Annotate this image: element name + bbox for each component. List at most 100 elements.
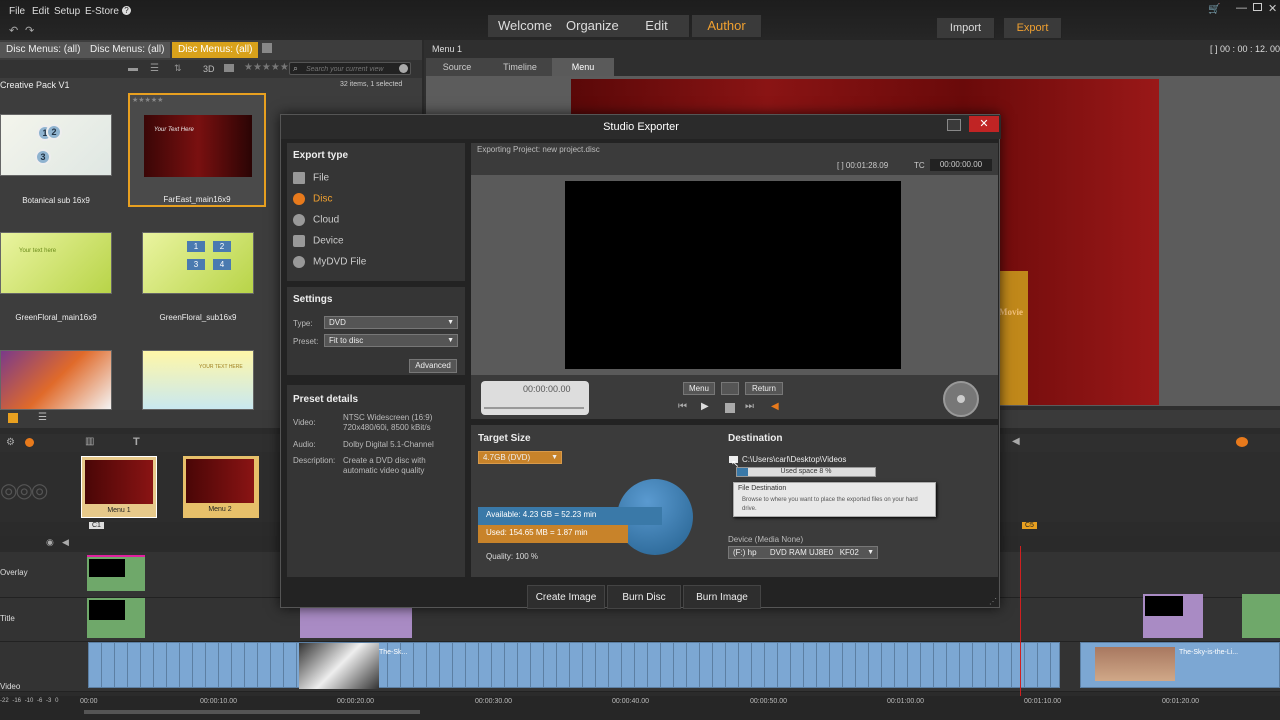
ruler-tick: 00:00:50.00 xyxy=(750,698,787,705)
restore-icon[interactable] xyxy=(947,119,961,131)
video-preview-area xyxy=(471,175,998,375)
ruler-tick: 00:01:10.00 xyxy=(1024,698,1061,705)
available-bar: Available: 4.23 GB = 52.23 min xyxy=(478,507,662,525)
resize-grip-icon[interactable]: ⋰ xyxy=(989,597,997,606)
timeline-scrollbar[interactable] xyxy=(84,710,420,714)
menu-estore[interactable]: E-Store xyxy=(85,6,119,17)
settings-icon[interactable]: ⚙ xyxy=(6,437,15,448)
menu-thumbnail-fareast[interactable]: ★★★★★ Your Text Here FarEast_main16x9 xyxy=(128,93,266,207)
fullscreen-icon[interactable] xyxy=(721,382,739,395)
3d-toggle[interactable]: 3D xyxy=(203,64,215,74)
track-title-label: Title xyxy=(0,614,15,623)
menu-1-thumbnail[interactable]: Menu 1 xyxy=(81,456,157,518)
audio-icon[interactable]: ▥ xyxy=(85,436,94,447)
stop-icon[interactable] xyxy=(725,403,735,413)
rating-filter-icon[interactable]: ★★★★★ xyxy=(244,62,289,73)
search-input[interactable] xyxy=(306,64,396,74)
export-option-device[interactable]: Device xyxy=(293,235,344,247)
menu-setup[interactable]: Setup xyxy=(54,6,80,17)
cart-icon[interactable]: 🛒 xyxy=(1208,4,1220,15)
play-icon[interactable]: ▶ xyxy=(701,401,709,412)
jog-center[interactable] xyxy=(957,395,965,403)
menu-thumbnail-greenfloral-sub[interactable]: 1 2 3 4 xyxy=(142,232,254,294)
menu-button[interactable]: Menu xyxy=(683,382,715,395)
speaker-icon[interactable]: ◀ xyxy=(62,537,69,548)
pin-icon[interactable] xyxy=(262,43,272,53)
title-clip-4[interactable] xyxy=(1242,594,1280,638)
scrubber-display[interactable]: 00:00:00.00 xyxy=(481,381,589,415)
volume-icon[interactable]: ◀ xyxy=(771,401,779,412)
skip-forward-icon[interactable]: ⏭ xyxy=(745,401,754,412)
tab-welcome[interactable]: Welcome xyxy=(488,15,563,37)
menu-thumbnail-orange[interactable] xyxy=(0,350,112,410)
chapter-marker-2[interactable]: C5 xyxy=(1022,522,1037,529)
title-icon[interactable]: T xyxy=(133,436,140,448)
export-option-cloud[interactable]: Cloud xyxy=(293,214,339,226)
menu-thumbnail-botanical[interactable]: 1 2 3 xyxy=(0,114,112,176)
chapter-marker[interactable]: C1 xyxy=(89,522,104,529)
menu-2-thumbnail[interactable]: Menu 2 xyxy=(183,456,259,518)
return-button[interactable]: Return xyxy=(745,382,783,395)
library-tab-2[interactable]: Disc Menus: (all) xyxy=(84,42,171,58)
help-icon[interactable]: ? xyxy=(122,6,131,15)
ruler-tick: 00:00:30.00 xyxy=(475,698,512,705)
menu-thumbnail-yellow[interactable]: YOUR TEXT HERE xyxy=(142,350,254,410)
type-select[interactable]: DVD ▼ xyxy=(324,316,458,329)
title-clip-3[interactable] xyxy=(1143,594,1203,638)
minimize-icon[interactable]: — xyxy=(1236,2,1247,14)
menu-edit[interactable]: Edit xyxy=(32,6,49,17)
burn-image-button[interactable]: Burn Image xyxy=(683,585,761,609)
library-tab-1[interactable]: Disc Menus: (all) xyxy=(0,42,87,58)
menu-thumbnail-greenfloral-main[interactable]: Your text here xyxy=(0,232,112,294)
create-image-button[interactable]: Create Image xyxy=(527,585,605,609)
export-button[interactable]: Export xyxy=(1004,18,1062,38)
sort-icon[interactable]: ⇅ xyxy=(174,63,182,74)
import-button[interactable]: Import xyxy=(937,18,995,38)
tab-author[interactable]: Author xyxy=(692,15,762,37)
rating-stars: ★★★★★ xyxy=(132,97,164,104)
tab-menu[interactable]: Menu xyxy=(552,58,614,76)
export-option-mydvd[interactable]: MyDVD File xyxy=(293,256,366,268)
view-icon[interactable] xyxy=(224,64,234,72)
clear-search-icon[interactable] xyxy=(399,64,408,73)
export-option-disc[interactable]: Disc xyxy=(293,193,332,205)
tab-edit[interactable]: Edit xyxy=(624,15,690,37)
maximize-icon[interactable] xyxy=(1253,3,1262,11)
record-icon[interactable] xyxy=(25,438,34,447)
list-icon[interactable]: ☰ xyxy=(150,63,159,74)
device-select[interactable]: (F:) hp DVD RAM UJ8E0 KF02 ▼ xyxy=(728,546,878,559)
file-icon xyxy=(293,172,305,184)
burn-disc-button[interactable]: Burn Disc xyxy=(607,585,681,609)
list-view-icon[interactable]: ☰ xyxy=(38,412,47,423)
close-icon[interactable]: ✕ xyxy=(1268,2,1277,15)
library-tab-3[interactable]: Disc Menus: (all) xyxy=(172,42,259,58)
undo-icon[interactable]: ↶ xyxy=(9,24,18,37)
link-icon[interactable] xyxy=(1236,437,1248,447)
timeline-ruler[interactable]: -22 -16 -10 -6 -3 0 00:00 00:00:10.00 00… xyxy=(0,696,1280,720)
advanced-button[interactable]: Advanced xyxy=(409,359,457,373)
redo-icon[interactable]: ↷ xyxy=(25,24,34,37)
search-box[interactable]: ⌕ xyxy=(289,62,411,75)
export-preview-panel: Exporting Project: new project.disc [ ] … xyxy=(471,143,998,419)
grid-icon[interactable] xyxy=(8,413,18,423)
close-icon[interactable]: ✕ xyxy=(969,116,999,132)
destination-path[interactable]: C:\Users\carl\Desktop\Videos xyxy=(742,455,846,464)
video-clips[interactable]: The-Sk... xyxy=(88,642,1060,689)
export-option-file[interactable]: File xyxy=(293,172,329,184)
jog-wheel[interactable] xyxy=(943,381,979,417)
tab-timeline[interactable]: Timeline xyxy=(488,58,552,76)
tab-source[interactable]: Source xyxy=(426,58,488,76)
tab-organize[interactable]: Organize xyxy=(556,15,630,37)
overlay-clip[interactable] xyxy=(87,555,145,591)
scrub-bar[interactable] xyxy=(484,407,584,409)
nav-left-icon[interactable]: ◀ xyxy=(1012,436,1020,447)
visibility-icon[interactable]: ◉ xyxy=(46,537,54,548)
folder-icon[interactable]: ▬ xyxy=(128,63,138,74)
preset-select[interactable]: Fit to disc ▼ xyxy=(324,334,458,347)
video-clip-2[interactable]: The-Sky-is-the-Li... xyxy=(1080,642,1280,688)
skip-back-icon[interactable]: ⏮ xyxy=(678,401,687,412)
target-size-select[interactable]: 4.7GB (DVD) ▼ xyxy=(478,451,562,464)
title-clip[interactable] xyxy=(87,598,145,638)
playhead[interactable] xyxy=(1020,546,1021,696)
menu-file[interactable]: File xyxy=(9,6,25,17)
